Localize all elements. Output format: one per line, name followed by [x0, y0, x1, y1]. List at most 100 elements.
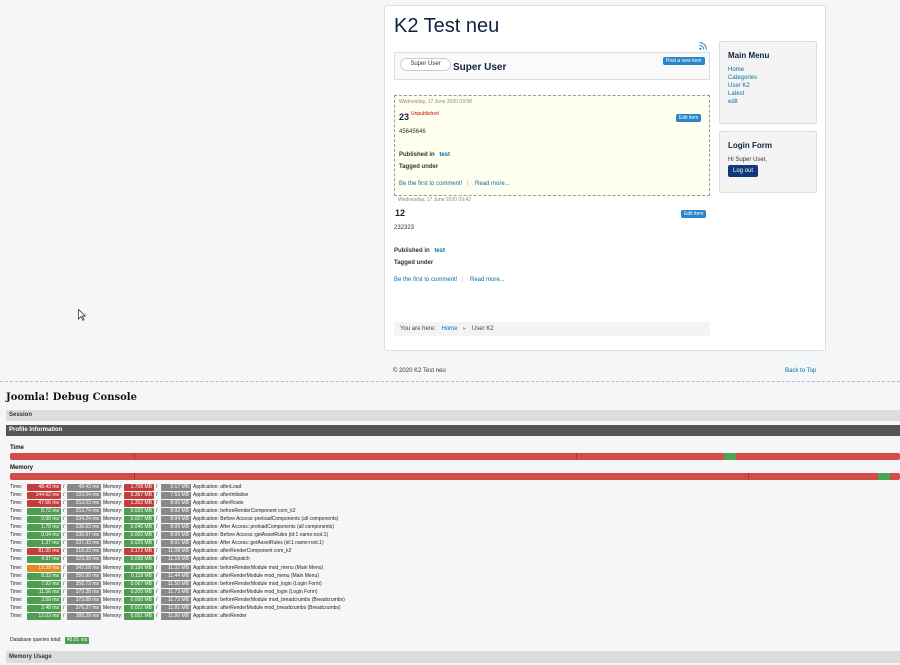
mark-memory-total-badge: 11.44 MB — [161, 572, 191, 580]
mark-memory-badge: 0.205 MB — [124, 588, 154, 596]
menu-item-edit[interactable]: edit — [728, 98, 757, 106]
db-queries-label: Database queries total: — [10, 637, 62, 643]
slash: / — [156, 500, 158, 507]
slash: / — [63, 524, 65, 531]
menu-item-home[interactable]: Home — [728, 66, 757, 74]
slash: / — [156, 612, 158, 619]
memory-bar-segment — [748, 473, 749, 480]
item-title[interactable]: 12 — [395, 208, 405, 218]
menu-item-user-k2[interactable]: User K2 — [728, 82, 757, 90]
edit-item-button[interactable]: Edit item — [676, 114, 702, 122]
login-greeting: Hi Super User, — [728, 157, 768, 163]
published-in: Published in test — [394, 248, 445, 254]
avatar[interactable]: Super User — [400, 58, 451, 71]
mark-memory-total-badge: 11.50 MB — [161, 580, 191, 588]
debug-divider — [0, 381, 900, 382]
breadcrumb-home[interactable]: Home — [441, 326, 457, 332]
published-in: Published in test — [399, 152, 450, 158]
mark-memory-badge: 0.027 MB — [124, 516, 154, 524]
slash: / — [63, 516, 65, 523]
mark-label: Application: Before Access::preloadCompo… — [193, 516, 339, 523]
item-title[interactable]: 23 — [399, 112, 409, 122]
separator: | — [462, 277, 464, 283]
slash: / — [156, 556, 158, 563]
session-section-header[interactable]: Session — [6, 410, 900, 421]
mark-label: Application: afterRenderModule mod_login… — [193, 588, 318, 595]
memory-prefix: Memory: — [103, 500, 123, 507]
category-link[interactable]: test — [434, 248, 445, 254]
tagged-under: Tagged under — [399, 164, 439, 170]
back-to-top-link[interactable]: Back to Top — [785, 368, 816, 374]
memory-prefix: Memory: — [103, 596, 123, 603]
mark-time-badge: 1.37 ms — [27, 540, 61, 548]
mark-label: Application: After Access::preloadCompon… — [193, 524, 334, 531]
rss-feed-icon[interactable] — [699, 42, 707, 50]
mark-memory-total-badge: 11.08 MB — [161, 548, 191, 556]
mouse-cursor-icon — [78, 309, 86, 321]
time-prefix: Time: — [10, 580, 23, 587]
mark-time-total-badge: 342.58 ms — [67, 564, 101, 572]
profile-section-header[interactable]: Profile Information — [6, 425, 900, 436]
mark-label: Application: afterDispatch — [193, 556, 250, 563]
mark-time-total-badge: 193.04 ms — [67, 492, 101, 500]
main-menu-title: Main Menu — [728, 51, 770, 60]
site-title[interactable]: K2 Test neu — [394, 15, 499, 38]
breadcrumb-arrow-icon: ▸ — [463, 326, 467, 332]
slash: / — [156, 508, 158, 515]
category-link[interactable]: test — [439, 152, 450, 158]
footer-copyright: © 2020 K2 Test neu — [393, 368, 446, 374]
menu-item-latest[interactable]: Latest — [728, 90, 757, 98]
mark-memory-total-badge: 8.99 MB — [161, 524, 191, 532]
time-bar-segment — [576, 453, 577, 460]
memory-bar-segment — [134, 473, 135, 480]
mark-label: Application: afterInitialise — [193, 492, 249, 499]
breadcrumb-prefix: You are here: — [400, 326, 436, 332]
comment-link[interactable]: Be the first to comment! — [399, 181, 462, 187]
mark-memory-total-badge: 11.32 MB — [161, 564, 191, 572]
slash: / — [156, 604, 158, 611]
memory-prefix: Memory: — [103, 508, 123, 515]
slash: / — [63, 596, 65, 603]
mark-label: Application: afterRenderModule mod_menu … — [193, 572, 319, 579]
mark-time-total-badge: 48.43 ms — [67, 484, 101, 491]
mark-time-badge: 2.48 ms — [27, 604, 61, 612]
mark-time-total-badge: 237.33 ms — [67, 540, 101, 548]
mark-time-total-badge: 376.37 ms — [67, 604, 101, 612]
unpublished-label: Unpublished — [411, 111, 439, 117]
time-prefix: Time: — [10, 564, 23, 571]
mark-label: Application: Before Access::getAssetRule… — [193, 532, 329, 539]
mark-label: Application: afterRenderModule mod_bread… — [193, 604, 341, 611]
memory-usage-section-header[interactable]: Memory Usage — [6, 651, 900, 663]
mark-time-badge: 48.43 ms — [27, 484, 61, 491]
time-prefix: Time: — [10, 556, 23, 563]
mark-memory-badge: 5.367 MB — [124, 492, 154, 500]
login-form-module: Login Form Hi Super User, Log out — [719, 131, 817, 193]
mark-memory-badge: 0.000 MB — [124, 532, 154, 540]
item-date: Wednesday, 17 June 2020 09:42 — [398, 197, 471, 203]
logout-button[interactable]: Log out — [728, 165, 759, 177]
time-prefix: Time: — [10, 516, 23, 523]
edit-item-button[interactable]: Edit item — [681, 210, 707, 218]
slash: / — [156, 548, 158, 555]
time-prefix: Time: — [10, 524, 23, 531]
comment-link[interactable]: Be the first to comment! — [394, 277, 457, 283]
memory-prefix: Memory: — [103, 604, 123, 611]
memory-prefix: Memory: — [103, 556, 123, 563]
mark-memory-total-badge: 8.99 MB — [161, 532, 191, 540]
post-new-item-button[interactable]: Post a new item — [663, 57, 705, 65]
slash: / — [63, 580, 65, 587]
login-form-title: Login Form — [728, 141, 772, 150]
memory-prefix: Memory: — [103, 524, 123, 531]
mark-memory-badge: 0.118 MB — [124, 572, 154, 580]
read-more-link[interactable]: Read more... — [475, 181, 510, 187]
slash: / — [63, 492, 65, 499]
slash: / — [63, 556, 65, 563]
menu-item-categories[interactable]: Categories — [728, 74, 757, 82]
mark-label: Application: beforeRenderModule mod_brea… — [193, 596, 345, 603]
breadcrumb: You are here: Home ▸ User K2 — [394, 322, 710, 336]
time-prefix: Time: — [10, 612, 23, 619]
mark-time-badge: 0.04 ms — [27, 532, 61, 540]
time-prefix: Time: — [10, 588, 23, 595]
read-more-link[interactable]: Read more... — [470, 277, 505, 283]
time-prefix: Time: — [10, 596, 23, 603]
